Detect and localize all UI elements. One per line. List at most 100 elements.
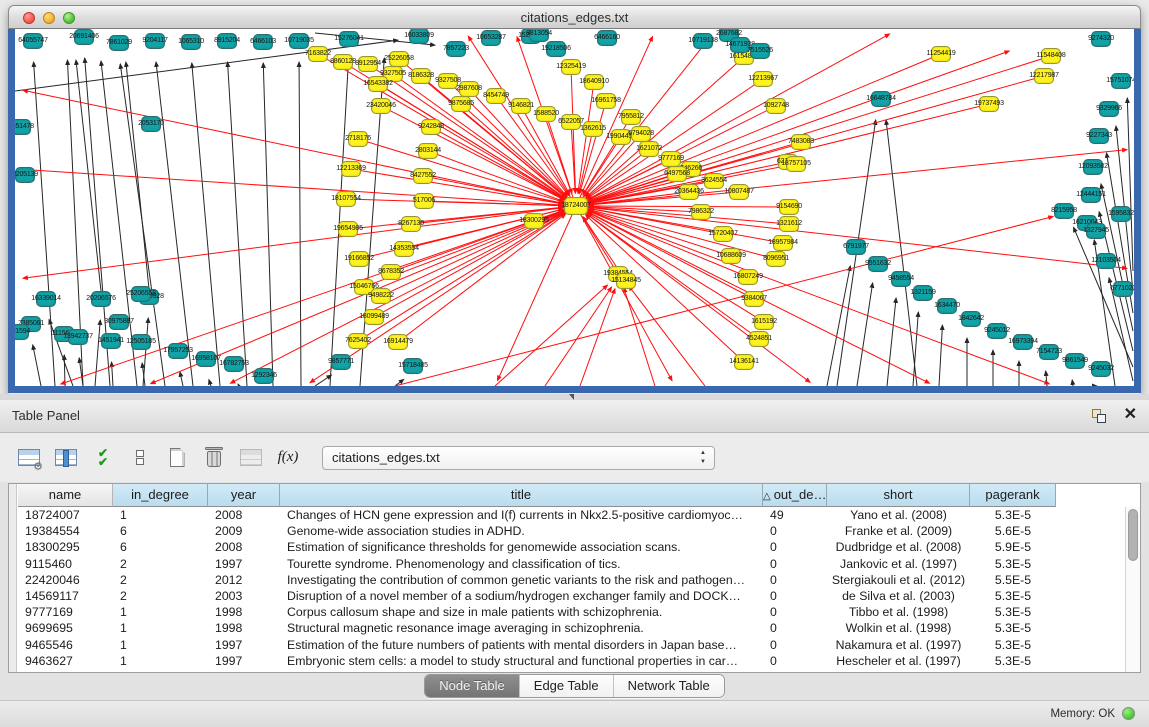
- graph-node[interactable]: 16339014: [36, 291, 56, 307]
- graph-node[interactable]: 7861029: [109, 35, 129, 51]
- graph-node[interactable]: 2053170: [141, 116, 161, 132]
- graph-node[interactable]: 16961758: [596, 93, 616, 109]
- graph-node[interactable]: 9245012: [987, 323, 1007, 339]
- graph-node[interactable]: 12444151: [1081, 187, 1101, 203]
- graph-node[interactable]: 20206576: [91, 291, 111, 307]
- graph-node[interactable]: 9329966: [1099, 101, 1119, 117]
- graph-node[interactable]: 6794028: [631, 126, 651, 142]
- graph-node[interactable]: 7986322: [691, 204, 711, 220]
- graph-node[interactable]: 8860128: [333, 54, 353, 70]
- table-row[interactable]: 1830029562008Estimation of significance …: [18, 539, 1056, 555]
- graph-node[interactable]: 9384067: [744, 291, 764, 307]
- graph-node[interactable]: 9498222: [371, 288, 391, 304]
- graph-node[interactable]: 9857771: [331, 354, 351, 370]
- graph-node[interactable]: 14353554: [394, 241, 414, 257]
- scrollbar-thumb[interactable]: [1128, 509, 1138, 561]
- network-window-titlebar[interactable]: citations_edges.txt: [8, 5, 1141, 29]
- show-columns-icon[interactable]: [51, 442, 81, 474]
- graph-node[interactable]: 7154723: [1039, 344, 1059, 360]
- graph-node[interactable]: 8215958: [1054, 203, 1074, 219]
- graph-node[interactable]: 10688609: [721, 248, 741, 264]
- table-row[interactable]: 946554611997Estimation of the future num…: [18, 637, 1056, 653]
- graph-node[interactable]: 7483083: [791, 134, 811, 150]
- graph-node[interactable]: 16958107: [196, 351, 216, 367]
- graph-node[interactable]: 7955812: [621, 109, 641, 125]
- graph-node[interactable]: 19737493: [979, 96, 999, 112]
- graph-node[interactable]: 13942737: [68, 329, 88, 345]
- graph-node[interactable]: 1362615: [583, 121, 603, 137]
- graph-node[interactable]: 19218506: [546, 41, 566, 57]
- table-row[interactable]: 1938455462009Genome-wide association stu…: [18, 523, 1056, 539]
- graph-node[interactable]: 1634470: [937, 298, 957, 314]
- graph-node[interactable]: 10807487: [729, 184, 749, 200]
- graph-node[interactable]: 12103504: [1096, 253, 1116, 269]
- graph-node[interactable]: 8427552: [413, 168, 433, 184]
- graph-node[interactable]: 1451941: [101, 333, 121, 349]
- graph-node[interactable]: 8912954: [358, 56, 378, 72]
- table-row[interactable]: 977716911998Corpus callosum shape and si…: [18, 604, 1056, 620]
- graph-node[interactable]: 9861549: [1065, 353, 1085, 369]
- tab-node-table[interactable]: Node Table: [425, 675, 520, 697]
- graph-node[interactable]: 1065310: [181, 34, 201, 50]
- graph-node[interactable]: 19166852: [349, 251, 369, 267]
- table-row[interactable]: 969969511998Structural magnetic resonanc…: [18, 620, 1056, 636]
- vertical-scrollbar[interactable]: [1125, 507, 1140, 673]
- graph-node[interactable]: 2718176: [348, 131, 368, 147]
- graph-node[interactable]: 25206558: [131, 286, 151, 302]
- graph-node[interactable]: 15751074: [1111, 73, 1131, 89]
- graph-node[interactable]: 1615192: [754, 314, 774, 330]
- graph-node[interactable]: 16033809: [409, 29, 429, 44]
- table-selector-dropdown[interactable]: citations_edges.txt ▲▼: [322, 446, 715, 470]
- graph-node[interactable]: 17957253: [168, 343, 188, 359]
- graph-node[interactable]: 16914479: [388, 334, 408, 350]
- graph-node[interactable]: 8267130: [401, 216, 421, 232]
- column-header-title[interactable]: title: [280, 484, 763, 507]
- graph-node[interactable]: 9551632: [868, 256, 888, 272]
- graph-node[interactable]: 23420046: [371, 98, 391, 114]
- graph-node[interactable]: 16648784: [871, 91, 891, 107]
- graph-node[interactable]: 10719035: [289, 33, 309, 49]
- graph-node[interactable]: 11254419: [931, 46, 951, 62]
- table-mode-icon[interactable]: ⚙: [14, 442, 44, 474]
- graph-node[interactable]: 9146821: [511, 98, 531, 114]
- graph-node[interactable]: 9327508: [438, 73, 458, 89]
- graph-node[interactable]: 7515526: [750, 43, 770, 59]
- graph-node[interactable]: 517006: [414, 193, 434, 209]
- graph-node[interactable]: 8454749: [486, 88, 506, 104]
- graph-node[interactable]: 1588520: [536, 106, 556, 122]
- graph-node[interactable]: 8915204: [217, 33, 237, 49]
- graph-node[interactable]: 9154690: [779, 199, 799, 215]
- graph-node[interactable]: 1595832: [1111, 206, 1131, 222]
- table-row[interactable]: 1872400712008Changes of HCN gene express…: [18, 507, 1056, 523]
- function-builder-icon[interactable]: f(x): [273, 442, 303, 474]
- table-row[interactable]: 946362711997Embryonic stem cells: a mode…: [18, 653, 1056, 669]
- graph-node[interactable]: 391594: [15, 324, 29, 340]
- graph-node[interactable]: 6466160: [597, 30, 617, 46]
- graph-node[interactable]: 10719138: [693, 33, 713, 49]
- graph-node[interactable]: 1842642: [961, 311, 981, 327]
- graph-node[interactable]: 8096951: [766, 251, 786, 267]
- graph-node[interactable]: 12505185: [131, 334, 151, 350]
- graph-node[interactable]: 9458554: [891, 271, 911, 287]
- graph-node[interactable]: 18300295: [524, 213, 544, 229]
- graph-node[interactable]: 1621072: [639, 141, 659, 157]
- graph-node[interactable]: 11548408: [1041, 48, 1061, 64]
- network-canvas[interactable]: 7163822886012889129542522605893275058186…: [15, 29, 1134, 386]
- graph-node[interactable]: 18107554: [336, 191, 356, 207]
- select-all-icon[interactable]: ✔✔: [88, 442, 118, 474]
- graph-node[interactable]: 9204117: [145, 33, 165, 49]
- graph-node[interactable]: 25226058: [389, 51, 409, 67]
- column-header-out_de[interactable]: △out_de…: [763, 484, 827, 507]
- tab-edge-table[interactable]: Edge Table: [520, 675, 614, 697]
- graph-node[interactable]: 18640910: [584, 74, 604, 90]
- graph-node[interactable]: 8678352: [381, 264, 401, 280]
- graph-node[interactable]: 9777169: [661, 151, 681, 167]
- graph-node[interactable]: 20364436: [679, 184, 699, 200]
- graph-node[interactable]: 9227343: [1089, 128, 1109, 144]
- table-row[interactable]: 2242004622012Investigating the contribut…: [18, 572, 1056, 588]
- graph-node[interactable]: 1321159: [913, 285, 933, 301]
- graph-node[interactable]: 4524851: [749, 331, 769, 347]
- graph-node[interactable]: 2205139: [15, 167, 35, 183]
- graph-node[interactable]: 7857223: [446, 41, 466, 57]
- table-row[interactable]: 1456911722003Disruption of a novel membe…: [18, 588, 1056, 604]
